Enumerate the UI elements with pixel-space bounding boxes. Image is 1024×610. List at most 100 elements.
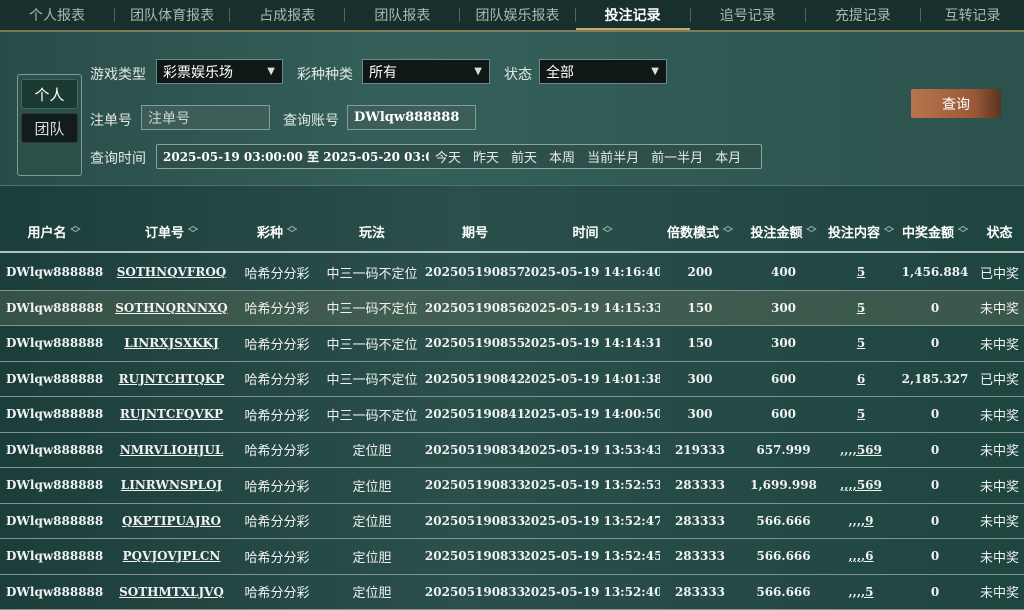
column-label: 投注内容 — [827, 225, 880, 241]
quick-range-button[interactable]: 本周 — [543, 147, 581, 166]
cell-order[interactable]: SOTHNQVFROQ — [108, 255, 235, 290]
cell-order[interactable]: SOTHMTXLJVQ — [108, 574, 235, 609]
cell-user: DWlqw888888 — [0, 539, 108, 574]
cell-user-text: DWlqw888888 — [6, 584, 104, 599]
cell-multiple: 150 — [660, 326, 740, 361]
table-row: DWlqw888888 PQVJOVJPLCN 哈希分分彩 定位胆 2025051908… — [0, 539, 1024, 575]
status-select[interactable]: 全部 ▼ — [539, 59, 667, 84]
game-type-select[interactable]: 彩票娱乐场 ▼ — [156, 59, 283, 84]
cell-content[interactable]: 5 — [827, 290, 895, 325]
cell-order[interactable]: QKPTIPUAJRO — [108, 503, 235, 538]
sort-icon[interactable]: ︿ ﹀ — [71, 222, 81, 240]
column-header[interactable]: 投注金额 ︿ ﹀ — [740, 210, 827, 252]
cell-content[interactable]: ,,,,6 — [827, 539, 895, 574]
cell-content[interactable]: ,,,,569 — [827, 468, 895, 503]
cell-content[interactable]: 5 — [827, 326, 895, 361]
cell-order-text[interactable]: NMRVLIOHJUL — [120, 443, 224, 457]
cell-order-text[interactable]: QKPTIPUAJRO — [122, 514, 221, 528]
column-header[interactable]: 用户名 ︿ ﹀ — [0, 210, 108, 252]
cell-order[interactable]: SOTHNQRNNXQ — [108, 290, 235, 325]
tab-6[interactable]: 追号记录 — [691, 0, 805, 30]
cell-order-text[interactable]: RUJNTCHTQKP — [119, 372, 225, 386]
cell-order[interactable]: LINRXJSXKKJ — [108, 326, 235, 361]
column-label: 玩法 — [358, 225, 385, 241]
query-button[interactable]: 查询 — [911, 89, 1001, 118]
cell-order-text[interactable]: RUJNTCFQVKP — [120, 407, 223, 421]
tab-5[interactable]: 投注记录 — [575, 0, 690, 30]
cell-content-text[interactable]: ,,,,5 — [848, 585, 873, 599]
cell-win: 0 — [895, 432, 975, 467]
cell-status: 未中奖 — [975, 574, 1024, 609]
cell-content[interactable]: ,,,,5 — [827, 574, 895, 609]
cell-order-text[interactable]: PQVJOVJPLCN — [123, 549, 221, 563]
sort-icon[interactable]: ︿ ﹀ — [958, 222, 968, 240]
mode-personal-button[interactable]: 个人 — [21, 79, 78, 109]
tab-7[interactable]: 充提记录 — [806, 0, 920, 30]
sort-icon[interactable]: ︿ ﹀ — [723, 222, 733, 240]
quick-range-button[interactable]: 前一半月 — [645, 147, 709, 166]
cell-content-text[interactable]: ,,,,569 — [840, 478, 882, 492]
tab-4[interactable]: 团队娱乐报表 — [460, 0, 574, 30]
quick-range-button[interactable]: 前天 — [505, 147, 543, 166]
sort-icon[interactable]: ︿ ﹀ — [287, 222, 297, 240]
tab-2[interactable]: 占成报表 — [230, 0, 344, 30]
cell-content[interactable]: 5 — [827, 397, 895, 432]
account-input[interactable]: DWlqw888888 — [347, 105, 476, 130]
cell-order[interactable]: RUJNTCFQVKP — [108, 397, 235, 432]
sort-icon[interactable]: ︿ ﹀ — [603, 222, 613, 240]
cell-order[interactable]: LINRWNSPLOJ — [108, 468, 235, 503]
cell-status: 未中奖 — [975, 290, 1024, 325]
cell-multiple-text: 300 — [687, 371, 713, 386]
cell-content[interactable]: ,,,,9 — [827, 503, 895, 538]
column-header[interactable]: 时间 ︿ ﹀ — [525, 210, 660, 252]
tab-1[interactable]: 团队体育报表 — [115, 0, 229, 30]
quick-range-button[interactable]: 当前半月 — [581, 147, 645, 166]
cell-content[interactable]: ,,,,569 — [827, 432, 895, 467]
quick-range-button[interactable]: 昨天 — [467, 147, 505, 166]
cell-lottery: 哈希分分彩 — [235, 539, 319, 574]
cell-content-text[interactable]: ,,,,6 — [848, 549, 873, 563]
mode-team-button[interactable]: 团队 — [21, 113, 78, 143]
sort-icon[interactable]: ︿ ﹀ — [884, 222, 894, 240]
cell-order[interactable]: PQVJOVJPLCN — [108, 539, 235, 574]
cell-amount: 400 — [740, 255, 827, 290]
cell-content[interactable]: 5 — [827, 255, 895, 290]
cell-multiple-text: 283333 — [674, 584, 726, 599]
tab-8[interactable]: 互转记录 — [921, 0, 1024, 30]
column-header[interactable]: 投注内容 ︿ ﹀ — [827, 210, 895, 252]
cell-order[interactable]: RUJNTCHTQKP — [108, 361, 235, 396]
tab-3[interactable]: 团队报表 — [345, 0, 459, 30]
lottery-kind-select[interactable]: 所有 ▼ — [362, 59, 490, 84]
cell-order-text[interactable]: LINRXJSXKKJ — [124, 336, 219, 350]
cell-content-text[interactable]: ,,,,9 — [848, 514, 873, 528]
column-header[interactable]: 中奖金额 ︿ ﹀ — [895, 210, 975, 252]
time-range-picker[interactable]: 2025-05-19 03:00:00 至 2025-05-20 03:00:0… — [156, 144, 762, 169]
order-no-input[interactable]: 注单号 — [141, 105, 270, 130]
cell-content[interactable]: 6 — [827, 361, 895, 396]
sort-icon[interactable]: ︿ ﹀ — [807, 222, 817, 240]
column-header[interactable]: 彩种 ︿ ﹀ — [235, 210, 319, 252]
cell-content-text[interactable]: ,,,,569 — [840, 443, 882, 457]
cell-content-text[interactable]: 6 — [857, 372, 865, 386]
cell-issue-text: 202505190841 — [425, 407, 525, 422]
cell-order-text[interactable]: SOTHNQRNNXQ — [115, 301, 227, 315]
cell-content-text[interactable]: 5 — [857, 301, 865, 315]
cell-user: DWlqw888888 — [0, 361, 108, 396]
tab-0[interactable]: 个人报表 — [0, 0, 114, 30]
column-header[interactable]: 倍数模式 ︿ ﹀ — [660, 210, 740, 252]
cell-content-text[interactable]: 5 — [857, 407, 865, 421]
cell-play-text: 定位胆 — [352, 586, 392, 602]
cell-order[interactable]: NMRVLIOHJUL — [108, 432, 235, 467]
cell-content-text[interactable]: 5 — [857, 336, 865, 350]
cell-time: 2025-05-19 13:52:40 — [525, 574, 660, 609]
quick-range-button[interactable]: 本月 — [709, 147, 747, 166]
time-range-value[interactable]: 2025-05-19 03:00:00 至 2025-05-20 03:00:0 — [157, 148, 429, 165]
column-header[interactable]: 订单号 ︿ ﹀ — [108, 210, 235, 252]
cell-order-text[interactable]: SOTHNQVFROQ — [117, 265, 227, 279]
cell-order-text[interactable]: SOTHMTXLJVQ — [119, 585, 224, 599]
quick-range-button[interactable]: 今天 — [429, 147, 467, 166]
sort-icon[interactable]: ︿ ﹀ — [188, 222, 198, 240]
cell-content-text[interactable]: 5 — [857, 265, 865, 279]
cell-order-text[interactable]: LINRWNSPLOJ — [121, 478, 222, 492]
cell-win-text: 2,185.327 — [901, 371, 969, 386]
